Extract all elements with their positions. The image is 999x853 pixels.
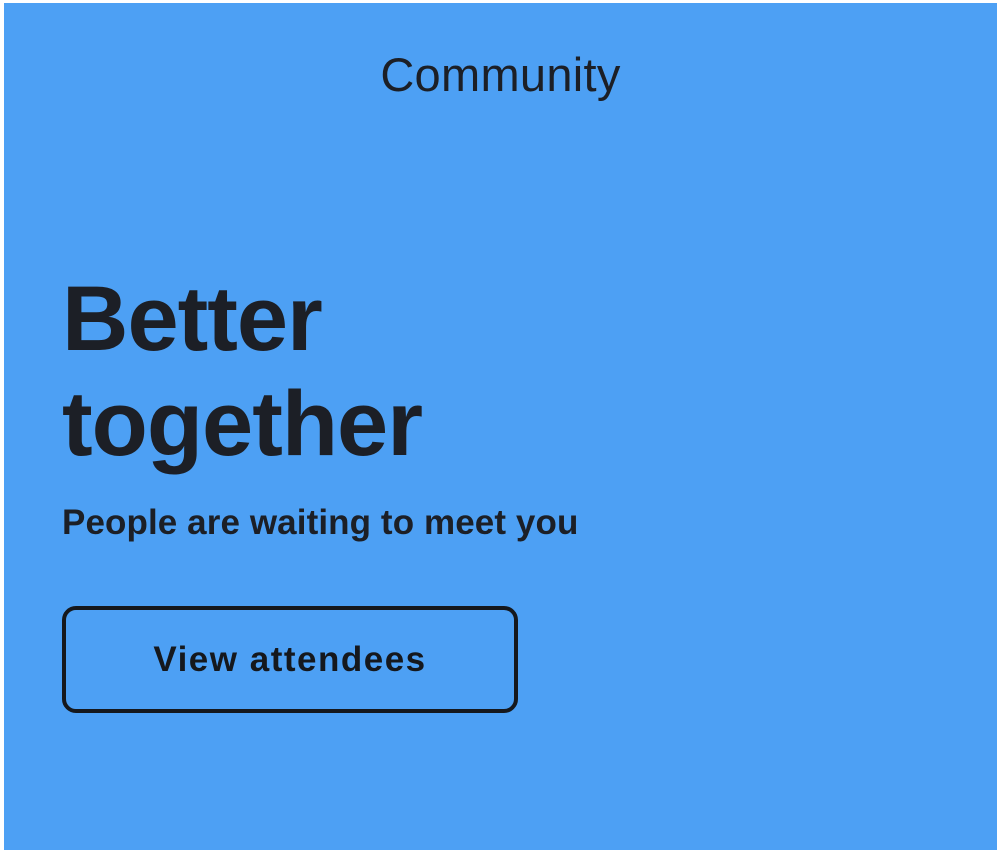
community-card: Community Better together People are wai… (4, 3, 997, 850)
page-title: Community (380, 48, 621, 101)
hero-headline: Better together (62, 267, 423, 477)
hero-subtitle: People are waiting to meet you (62, 503, 579, 542)
headline-line-1: Better (62, 268, 323, 370)
headline-line-2: together (62, 373, 423, 475)
view-attendees-button[interactable]: View attendees (62, 606, 518, 713)
